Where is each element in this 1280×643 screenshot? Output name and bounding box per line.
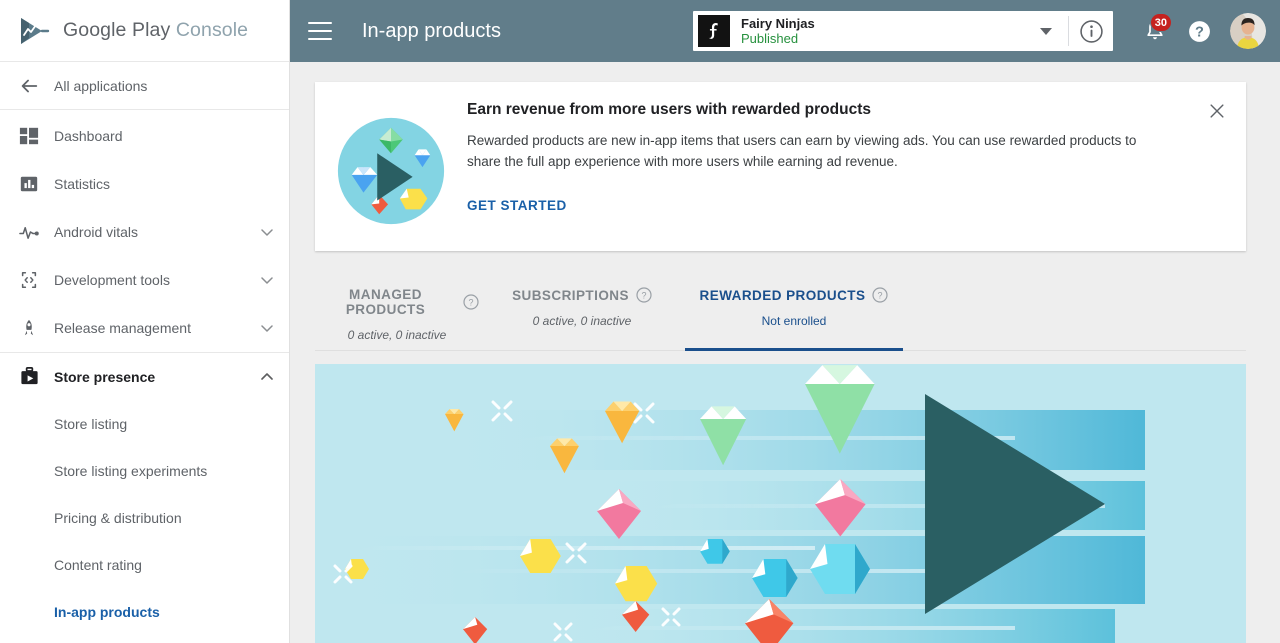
tab-rewarded-products-sub: Not enrolled bbox=[685, 314, 903, 328]
sidebar-item-statistics-label: Statistics bbox=[54, 176, 275, 192]
chevron-up-icon[interactable] bbox=[259, 369, 275, 385]
sidebar-subitem-in-app-products[interactable]: In-app products bbox=[0, 588, 289, 635]
rewarded-products-hero-illustration bbox=[315, 364, 1246, 643]
top-app-bar: In-app products Fairy Ninjas Published bbox=[290, 0, 1280, 62]
help-circle-icon[interactable]: ? bbox=[463, 294, 479, 310]
sidebar-item-development-tools-label: Development tools bbox=[54, 272, 259, 288]
info-circle-icon[interactable] bbox=[1069, 19, 1113, 44]
user-avatar[interactable] bbox=[1230, 13, 1266, 49]
sidebar-item-store-presence[interactable]: Store presence bbox=[0, 352, 289, 400]
close-icon[interactable] bbox=[1202, 96, 1232, 126]
dropdown-caret-icon[interactable] bbox=[1040, 28, 1052, 35]
svg-text:?: ? bbox=[641, 291, 646, 301]
sidebar-subitem-store-listing[interactable]: Store listing bbox=[0, 400, 289, 447]
sidebar-subitem-store-listing-label: Store listing bbox=[54, 416, 127, 432]
page-title: In-app products bbox=[362, 20, 501, 43]
sidebar-item-release-management-label: Release management bbox=[54, 320, 259, 336]
sidebar-nav: Dashboard Statistics bbox=[0, 110, 289, 635]
tab-underline bbox=[500, 348, 664, 351]
briefcase-play-icon bbox=[18, 366, 40, 388]
sidebar-item-release-management[interactable]: Release management bbox=[0, 304, 289, 352]
sidebar-subitem-in-app-products-label: In-app products bbox=[54, 604, 160, 620]
sidebar-item-store-presence-label: Store presence bbox=[54, 369, 259, 385]
brand-name-primary: Google Play bbox=[63, 19, 170, 41]
get-started-link[interactable]: GET STARTED bbox=[467, 198, 567, 213]
tab-spacer bbox=[479, 274, 500, 351]
tab-managed-products[interactable]: MANAGED PRODUCTS ? 0 active, 0 inactive bbox=[315, 274, 479, 351]
tab-managed-products-label: MANAGED PRODUCTS bbox=[315, 287, 456, 317]
chevron-down-icon[interactable] bbox=[259, 320, 275, 336]
svg-text:?: ? bbox=[1195, 24, 1204, 40]
tab-subscriptions-sub: 0 active, 0 inactive bbox=[500, 314, 664, 328]
dashboard-icon bbox=[18, 125, 40, 147]
tab-subscriptions-label: SUBSCRIPTIONS bbox=[512, 288, 629, 303]
tab-managed-products-sub: 0 active, 0 inactive bbox=[315, 328, 479, 342]
tab-underline bbox=[315, 348, 479, 351]
code-brackets-icon bbox=[18, 269, 40, 291]
promo-title: Earn revenue from more users with reward… bbox=[467, 101, 1176, 119]
fairy-ninjas-app-icon bbox=[698, 15, 730, 47]
tab-spacer bbox=[664, 274, 685, 351]
tab-subscriptions[interactable]: SUBSCRIPTIONS ? 0 active, 0 inactive bbox=[500, 274, 664, 351]
sidebar-subitem-content-rating-label: Content rating bbox=[54, 557, 142, 573]
sidebar-subitem-store-listing-experiments[interactable]: Store listing experiments bbox=[0, 447, 289, 494]
topbar-actions: 30 ? bbox=[1134, 0, 1266, 62]
sidebar-item-android-vitals[interactable]: Android vitals bbox=[0, 208, 289, 256]
brand-text: Google Play Console bbox=[63, 19, 248, 42]
help-circle-icon[interactable]: ? bbox=[872, 287, 888, 303]
sidebar-item-dashboard[interactable]: Dashboard bbox=[0, 112, 289, 160]
notifications-button[interactable]: 30 bbox=[1134, 10, 1176, 52]
notification-badge: 30 bbox=[1150, 13, 1172, 32]
promo-body: Earn revenue from more users with reward… bbox=[467, 98, 1246, 251]
sidebar-item-dashboard-label: Dashboard bbox=[54, 128, 275, 144]
svg-text:?: ? bbox=[878, 291, 883, 301]
hamburger-menu-icon[interactable] bbox=[308, 22, 332, 40]
promo-description: Rewarded products are new in-app items t… bbox=[467, 130, 1157, 173]
app-name: Fairy Ninjas bbox=[741, 16, 1040, 31]
svg-text:?: ? bbox=[468, 298, 473, 308]
help-circle-icon: ? bbox=[1187, 19, 1212, 44]
chevron-down-icon[interactable] bbox=[259, 272, 275, 288]
sidebar-subitem-pricing-distribution-label: Pricing & distribution bbox=[54, 510, 182, 526]
sidebar-subitem-store-listing-experiments-label: Store listing experiments bbox=[54, 463, 207, 479]
promo-card: Earn revenue from more users with reward… bbox=[315, 82, 1246, 251]
rewarded-products-gems-illustration bbox=[315, 98, 467, 251]
sidebar-item-development-tools[interactable]: Development tools bbox=[0, 256, 289, 304]
play-console-logo-icon bbox=[18, 16, 52, 46]
app-selector-meta: Fairy Ninjas Published bbox=[741, 16, 1040, 47]
product-type-tabs: MANAGED PRODUCTS ? 0 active, 0 inactive … bbox=[315, 274, 1246, 351]
chevron-down-icon[interactable] bbox=[259, 224, 275, 240]
content-area: Earn revenue from more users with reward… bbox=[290, 62, 1280, 643]
bar-chart-icon bbox=[18, 173, 40, 195]
sidebar-subitem-pricing-distribution[interactable]: Pricing & distribution bbox=[0, 494, 289, 541]
app-root: Google Play Console All applications bbox=[0, 0, 1280, 643]
sidebar-item-android-vitals-label: Android vitals bbox=[54, 224, 259, 240]
sidebar-all-applications[interactable]: All applications bbox=[0, 62, 289, 110]
sidebar-subitem-content-rating[interactable]: Content rating bbox=[0, 541, 289, 588]
app-selector[interactable]: Fairy Ninjas Published bbox=[693, 11, 1113, 51]
arrow-left-icon bbox=[18, 75, 40, 97]
tab-underline-active bbox=[685, 348, 903, 351]
sidebar-item-statistics[interactable]: Statistics bbox=[0, 160, 289, 208]
tab-rewarded-products[interactable]: REWARDED PRODUCTS ? Not enrolled bbox=[685, 274, 903, 351]
help-button[interactable]: ? bbox=[1178, 10, 1220, 52]
app-status-label: Published bbox=[741, 31, 1040, 46]
pulse-icon bbox=[18, 221, 40, 243]
main-area: In-app products Fairy Ninjas Published bbox=[290, 0, 1280, 643]
tab-rewarded-products-label: REWARDED PRODUCTS bbox=[700, 288, 866, 303]
brand-header[interactable]: Google Play Console bbox=[0, 0, 289, 62]
rocket-icon bbox=[18, 317, 40, 339]
sidebar: Google Play Console All applications bbox=[0, 0, 290, 643]
brand-name-secondary: Console bbox=[176, 19, 248, 41]
sidebar-all-applications-label: All applications bbox=[54, 78, 147, 94]
help-circle-icon[interactable]: ? bbox=[636, 287, 652, 303]
